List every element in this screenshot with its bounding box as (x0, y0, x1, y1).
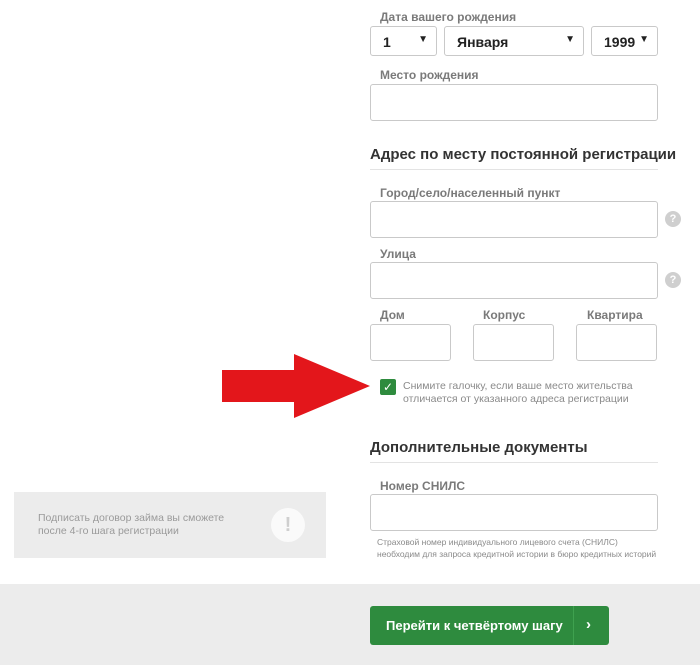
section-divider (370, 169, 658, 170)
city-input[interactable] (370, 201, 658, 238)
documents-section-title: Дополнительные документы (370, 439, 588, 456)
birth-place-input[interactable] (370, 84, 658, 121)
street-input[interactable] (370, 262, 658, 299)
chevron-right-icon: › (586, 616, 591, 633)
birth-day-select[interactable]: 1 ▼ (370, 26, 437, 56)
help-icon[interactable]: ? (665, 272, 681, 288)
birth-year-select[interactable]: 1999 ▼ (591, 26, 658, 56)
birth-date-label: Дата вашего рождения (380, 10, 517, 24)
section-divider (370, 462, 658, 463)
house-input[interactable] (370, 324, 451, 361)
snils-note: Страховой номер индивидуального лицевого… (377, 537, 657, 559)
building-input[interactable] (473, 324, 554, 361)
help-icon[interactable]: ? (665, 211, 681, 227)
chevron-down-icon: ▼ (418, 34, 428, 45)
info-box-text: Подписать договор займа вы сможете после… (38, 512, 225, 537)
apartment-input[interactable] (576, 324, 657, 361)
next-step-button-label: Перейти к четвёртому шагу (386, 618, 563, 633)
exclamation-icon: ! (271, 508, 305, 542)
address-section-title: Адрес по месту постоянной регистрации (370, 146, 677, 163)
birth-month-value: Января (457, 34, 509, 50)
residence-checkbox-text: Снимите галочку, если ваше место жительс… (403, 380, 633, 405)
residence-checkbox[interactable]: ✓ (380, 379, 396, 395)
street-label: Улица (380, 247, 416, 261)
red-arrow-annotation (222, 354, 370, 418)
house-label: Дом (380, 308, 405, 322)
chevron-down-icon: ▼ (565, 34, 575, 45)
chevron-down-icon: ▼ (639, 34, 649, 45)
birth-month-select[interactable]: Января ▼ (444, 26, 584, 56)
info-box: Подписать договор займа вы сможете после… (14, 492, 326, 558)
birth-day-value: 1 (383, 34, 391, 50)
apartment-label: Квартира (587, 308, 643, 322)
snils-input[interactable] (370, 494, 658, 531)
birth-year-value: 1999 (604, 34, 636, 50)
birth-place-label: Место рождения (380, 68, 479, 82)
city-label: Город/село/населенный пункт (380, 186, 561, 200)
snils-label: Номер СНИЛС (380, 479, 466, 493)
building-label: Корпус (483, 308, 526, 322)
button-separator (573, 606, 574, 645)
next-step-button[interactable]: Перейти к четвёртому шагу › (370, 606, 609, 645)
